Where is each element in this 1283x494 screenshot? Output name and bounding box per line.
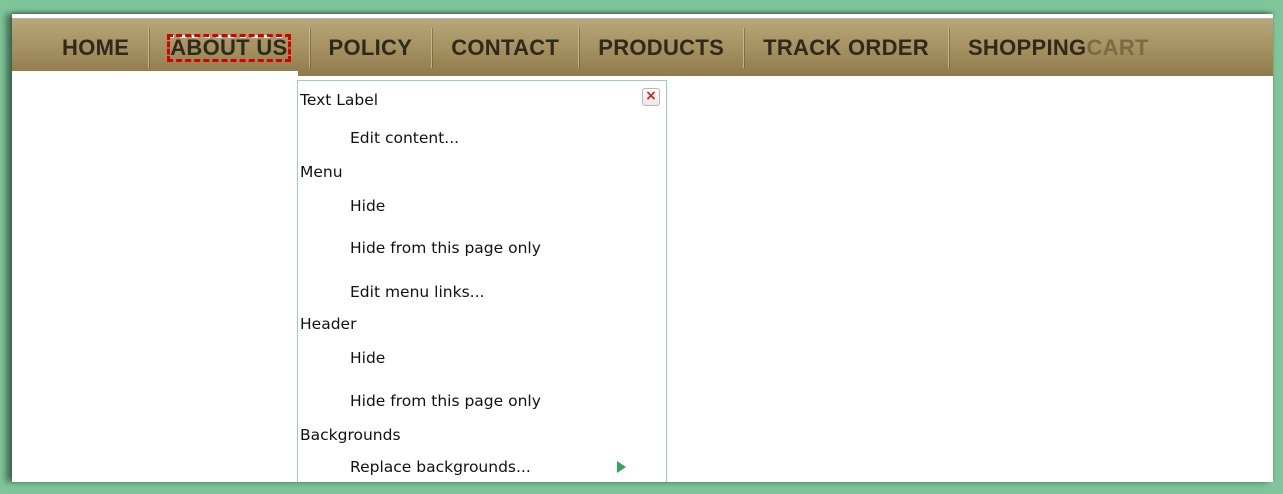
menu-item-header-hide[interactable]: Hide	[350, 349, 385, 367]
nav-about-us-label[interactable]: ABOUT US	[167, 33, 291, 62]
nav-contact[interactable]: CONTACT	[432, 27, 580, 68]
nav-track-order[interactable]: TRACK ORDER	[744, 27, 949, 68]
main-nav-bar: HOME ABOUT US POLICY CONTACT PRODUCTS TR…	[12, 18, 1273, 76]
nav-contact-label: CONTACT	[451, 34, 560, 60]
nav-track-order-label: TRACK ORDER	[763, 34, 929, 60]
menu-item-menu-hide-page[interactable]: Hide from this page only	[350, 239, 541, 257]
nav-products-label: PRODUCTS	[598, 34, 725, 60]
nav-policy-label: POLICY	[328, 34, 413, 60]
menu-item-edit-menu-links[interactable]: Edit menu links...	[350, 283, 484, 301]
nav-shopping-label: SHOPPING	[967, 34, 1087, 60]
menu-item-replace-backgrounds[interactable]: Replace backgrounds...	[350, 458, 531, 476]
menu-heading-backgrounds: Backgrounds	[300, 426, 401, 444]
nav-cart-label: CART	[1086, 34, 1149, 60]
nav-policy[interactable]: POLICY	[310, 27, 433, 68]
menu-item-menu-hide[interactable]: Hide	[350, 197, 385, 215]
nav-shopping-cart[interactable]: SHOPPINGCART	[949, 28, 1168, 68]
nav-about-us[interactable]: ABOUT US	[149, 27, 310, 68]
close-icon[interactable]: ×	[642, 88, 660, 106]
context-menu: × Text Label Edit content... Menu Hide H…	[297, 80, 667, 482]
menu-item-edit-content[interactable]: Edit content...	[350, 129, 459, 147]
menu-heading-menu: Menu	[300, 163, 343, 181]
submenu-arrow-icon[interactable]	[617, 461, 626, 473]
menu-heading-header: Header	[300, 315, 357, 333]
nav-home[interactable]: HOME	[44, 27, 150, 68]
nav-home-label: HOME	[62, 34, 130, 60]
nav-dropdown-tab	[12, 71, 298, 91]
menu-heading-text-label: Text Label	[300, 91, 379, 109]
menu-item-header-hide-page[interactable]: Hide from this page only	[350, 392, 541, 410]
nav-products[interactable]: PRODUCTS	[579, 27, 745, 68]
